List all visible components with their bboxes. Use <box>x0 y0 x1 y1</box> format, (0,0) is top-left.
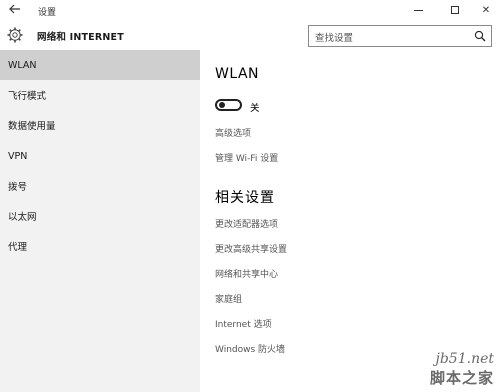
back-arrow-icon[interactable] <box>8 3 22 17</box>
sidebar-item-proxy[interactable]: 代理 <box>0 231 200 261</box>
maximize-button[interactable] <box>439 0 471 20</box>
watermark: jb51.net 脚本之家 <box>430 351 494 388</box>
window-title: 设置 <box>38 8 57 18</box>
gear-icon <box>7 27 23 43</box>
related-settings-heading: 相关设置 <box>215 190 275 206</box>
minimize-icon <box>413 9 423 11</box>
internet-options-link[interactable]: Internet 选项 <box>215 317 272 330</box>
homegroup-link[interactable]: 家庭组 <box>215 292 242 305</box>
close-icon: ✕ <box>481 4 491 16</box>
sidebar-item-data-usage[interactable]: 数据使用量 <box>0 110 200 140</box>
watermark-text: 脚本之家 <box>429 369 494 387</box>
watermark-url: jb51.net <box>435 351 495 367</box>
search-icon[interactable] <box>474 30 486 42</box>
sidebar-item-airplane-mode[interactable]: 飞行模式 <box>0 80 200 110</box>
maximize-icon <box>451 6 459 14</box>
section-title: 网络和 INTERNET <box>37 32 124 43</box>
toggle-knob <box>219 102 225 108</box>
page-header: 网络和 INTERNET 查找设置 <box>0 22 500 50</box>
change-adapter-options-link[interactable]: 更改适配器选项 <box>215 217 278 230</box>
sidebar-item-label: 代理 <box>8 242 28 253</box>
change-advanced-sharing-link[interactable]: 更改高级共享设置 <box>215 242 287 255</box>
network-sharing-center-link[interactable]: 网络和共享中心 <box>215 267 278 280</box>
sidebar-item-label: 以太网 <box>8 212 37 223</box>
sidebar-item-ethernet[interactable]: 以太网 <box>0 201 200 231</box>
toggle-state-label: 关 <box>250 103 260 114</box>
wlan-heading: WLAN <box>215 66 260 82</box>
sidebar-item-label: WLAN <box>8 59 37 71</box>
sidebar-item-label: 数据使用量 <box>8 121 56 132</box>
search-input[interactable]: 查找设置 <box>308 25 492 47</box>
sidebar-item-vpn[interactable]: VPN <box>0 141 200 171</box>
minimize-button[interactable] <box>402 0 434 20</box>
windows-firewall-link[interactable]: Windows 防火墙 <box>215 342 285 355</box>
sidebar-item-label: 拨号 <box>8 182 28 193</box>
manage-wifi-settings-link[interactable]: 管理 Wi-Fi 设置 <box>215 151 278 164</box>
search-placeholder: 查找设置 <box>315 33 354 44</box>
advanced-options-link[interactable]: 高级选项 <box>215 126 251 139</box>
sidebar-item-label: VPN <box>8 150 28 162</box>
sidebar-item-label: 飞行模式 <box>8 91 47 102</box>
main-content: WLAN 关 高级选项 管理 Wi-Fi 设置 相关设置 更改适配器选项 更改高… <box>200 50 500 392</box>
wlan-toggle[interactable] <box>215 99 242 111</box>
close-button[interactable]: ✕ <box>470 0 500 20</box>
sidebar-item-dial-up[interactable]: 拨号 <box>0 171 200 201</box>
sidebar-item-wlan[interactable]: WLAN <box>0 50 200 80</box>
sidebar: WLAN 飞行模式 数据使用量 VPN 拨号 以太网 代理 <box>0 50 200 392</box>
title-bar: 设置 ✕ <box>0 0 500 22</box>
